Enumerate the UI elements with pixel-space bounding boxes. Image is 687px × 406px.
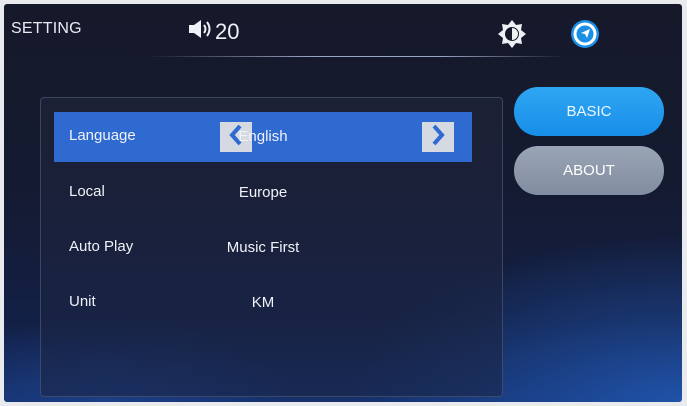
setting-label: Auto Play xyxy=(69,238,134,255)
settings-screen: SETTING 20 Language English Local Europe… xyxy=(4,4,682,402)
volume-control[interactable]: 20 xyxy=(187,17,239,46)
chevron-right-icon xyxy=(430,124,446,151)
brightness-icon[interactable] xyxy=(497,19,527,49)
settings-panel: Language English Local Europe Auto Play … xyxy=(40,97,503,397)
speaker-icon xyxy=(187,17,213,46)
setting-row-language[interactable]: Language English xyxy=(54,112,472,162)
next-option-button[interactable] xyxy=(422,122,454,152)
top-bar: SETTING 20 xyxy=(4,4,682,57)
setting-label: Language xyxy=(69,127,136,144)
setting-value: KM xyxy=(251,294,275,311)
volume-level: 20 xyxy=(215,18,240,44)
setting-row-unit[interactable]: Unit KM xyxy=(54,278,472,328)
about-button[interactable]: ABOUT xyxy=(514,146,664,195)
navigation-app-icon[interactable] xyxy=(570,19,600,49)
basic-button[interactable]: BASIC xyxy=(514,87,664,136)
setting-label: Unit xyxy=(69,293,96,310)
setting-row-local[interactable]: Local Europe xyxy=(54,168,472,218)
setting-value: Music First xyxy=(226,239,300,256)
setting-value: English xyxy=(238,128,288,145)
setting-row-auto-play[interactable]: Auto Play Music First xyxy=(54,223,472,273)
setting-label: Local xyxy=(69,183,105,200)
setting-value: Europe xyxy=(238,184,288,201)
header-divider xyxy=(146,56,566,57)
page-title: SETTING xyxy=(11,20,82,37)
